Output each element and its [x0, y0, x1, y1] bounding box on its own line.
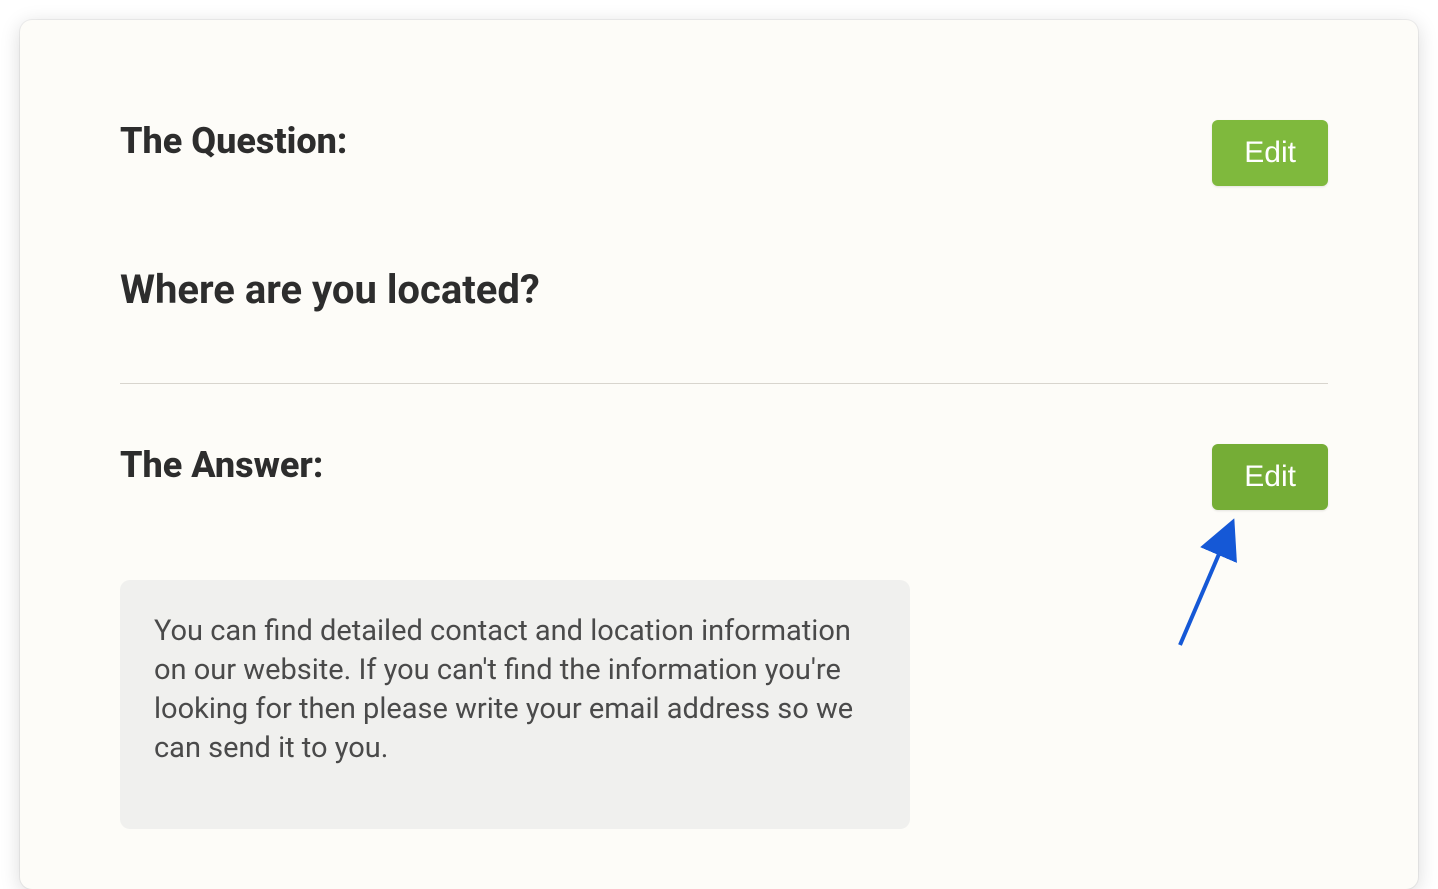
edit-question-button[interactable]: Edit [1212, 120, 1328, 186]
section-divider [120, 383, 1328, 384]
answer-box: You can find detailed contact and locati… [120, 580, 910, 829]
question-label: The Question: [120, 120, 347, 162]
faq-card: The Question: Edit Where are you located… [20, 20, 1418, 889]
question-text: Where are you located? [120, 266, 1328, 313]
answer-text: You can find detailed contact and locati… [154, 612, 876, 769]
question-header: The Question: Edit [120, 120, 1328, 186]
answer-label: The Answer: [120, 444, 323, 486]
answer-header: The Answer: Edit [120, 444, 1328, 510]
edit-answer-button[interactable]: Edit [1212, 444, 1328, 510]
annotation-arrow-icon [1170, 515, 1260, 655]
